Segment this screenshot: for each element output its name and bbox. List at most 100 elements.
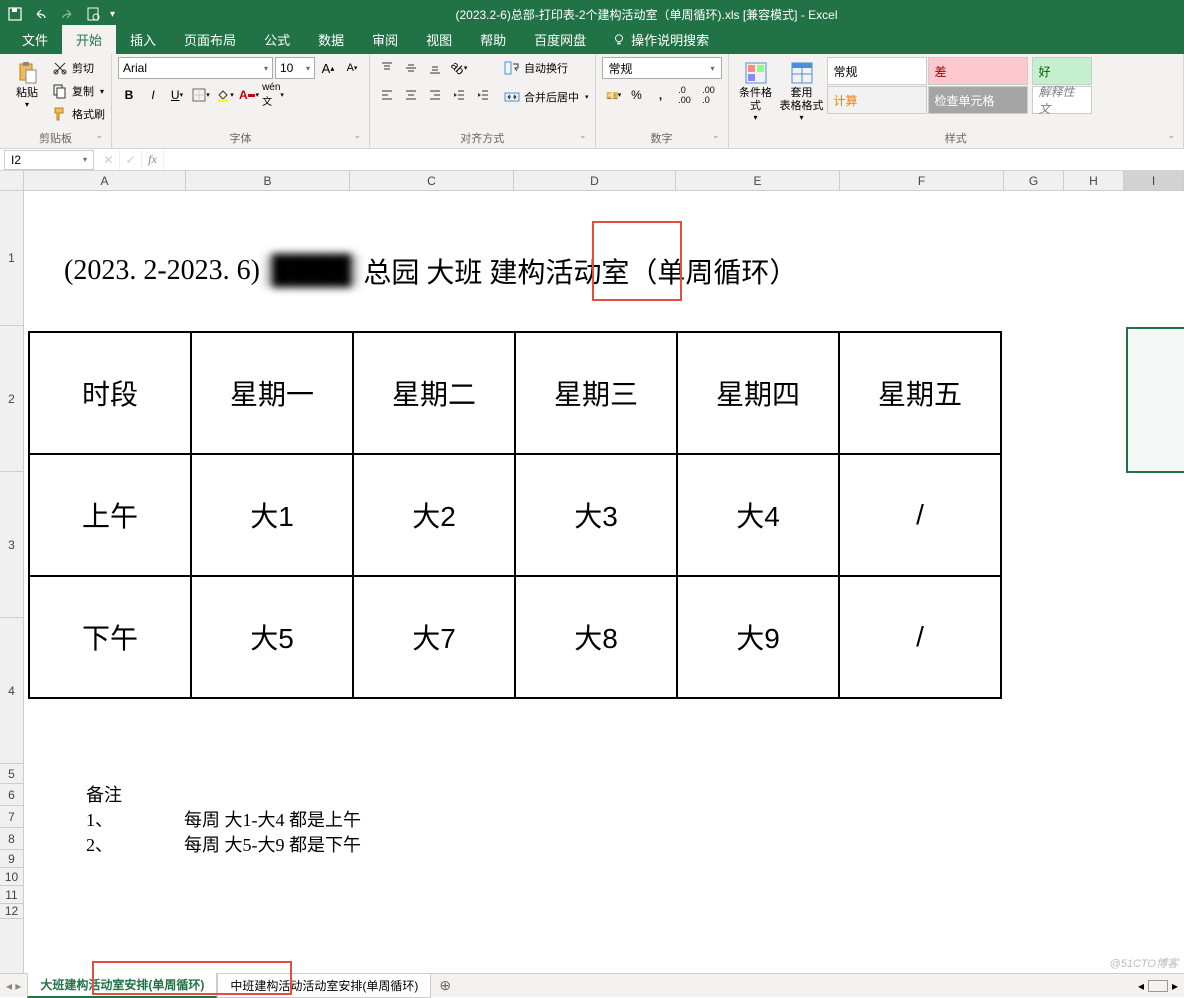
col-header-D[interactable]: D — [514, 171, 676, 190]
table-cell[interactable]: 大3 — [515, 454, 677, 576]
tab-data[interactable]: 数据 — [304, 25, 358, 54]
column-headers[interactable]: ABCDEFGHI — [24, 171, 1184, 191]
conditional-format-button[interactable]: 条件格式▾ — [735, 57, 777, 126]
style-explain[interactable]: 解释性文 — [1032, 86, 1092, 114]
table-cell[interactable]: 星期二 — [353, 332, 515, 454]
comma-button[interactable]: , — [650, 84, 672, 106]
table-cell[interactable]: 大2 — [353, 454, 515, 576]
merge-button[interactable]: 合并后居中▾ — [504, 86, 589, 108]
row-header-12[interactable]: 12 — [0, 904, 23, 919]
row-header-11[interactable]: 11 — [0, 886, 23, 904]
increase-font-button[interactable]: A▴ — [317, 57, 339, 79]
undo-icon[interactable] — [32, 5, 50, 23]
indent-dec-button[interactable] — [448, 84, 470, 106]
table-cell[interactable]: 上午 — [29, 454, 191, 576]
tab-home[interactable]: 开始 — [62, 25, 116, 54]
underline-button[interactable]: U▾ — [166, 84, 188, 106]
number-format-combo[interactable]: 常规▾ — [602, 57, 722, 79]
row-header-7[interactable]: 7 — [0, 806, 23, 828]
tab-help[interactable]: 帮助 — [466, 25, 520, 54]
table-cell[interactable]: 大8 — [515, 576, 677, 698]
table-cell[interactable]: 大4 — [677, 454, 839, 576]
paste-button[interactable]: 粘贴 ▾ — [6, 57, 48, 113]
align-right-button[interactable] — [424, 84, 446, 106]
row-header-5[interactable]: 5 — [0, 764, 23, 784]
format-table-button[interactable]: 套用 表格格式▾ — [781, 57, 823, 126]
dec-decimal-button[interactable]: .00.0 — [698, 84, 720, 106]
col-header-I[interactable]: I — [1124, 171, 1184, 190]
table-cell[interactable]: 下午 — [29, 576, 191, 698]
table-cell[interactable]: 大7 — [353, 576, 515, 698]
table-cell[interactable]: 星期一 — [191, 332, 353, 454]
row-header-8[interactable]: 8 — [0, 828, 23, 850]
style-bad[interactable]: 差 — [928, 57, 1028, 85]
tab-view[interactable]: 视图 — [412, 25, 466, 54]
table-cell[interactable]: / — [839, 454, 1001, 576]
tab-formulas[interactable]: 公式 — [250, 25, 304, 54]
fill-color-button[interactable]: ▾ — [214, 84, 236, 106]
row-header-10[interactable]: 10 — [0, 868, 23, 886]
col-header-H[interactable]: H — [1064, 171, 1124, 190]
add-sheet-button[interactable]: ⊕ — [431, 977, 459, 994]
table-cell[interactable]: 星期三 — [515, 332, 677, 454]
col-header-B[interactable]: B — [186, 171, 350, 190]
phonetic-button[interactable]: wén文▾ — [262, 84, 284, 106]
save-icon[interactable] — [6, 5, 24, 23]
tell-me-search[interactable]: 操作说明搜索 — [600, 25, 721, 54]
preview-icon[interactable] — [84, 5, 102, 23]
align-bottom-button[interactable] — [424, 57, 446, 79]
row-header-9[interactable]: 9 — [0, 850, 23, 868]
cut-button[interactable]: 剪切 — [52, 57, 105, 79]
worksheet-grid[interactable]: ABCDEFGHI 123456789101112 (2023. 2-2023.… — [0, 171, 1184, 973]
col-header-E[interactable]: E — [676, 171, 840, 190]
table-cell[interactable]: 星期五 — [839, 332, 1001, 454]
orientation-button[interactable]: ab▾ — [448, 57, 470, 79]
cells-area[interactable]: (2023. 2-2023. 6) ████ 总园 大班 建构活动室（单周循环）… — [24, 191, 1184, 973]
copy-button[interactable]: 复制▾ — [52, 80, 105, 102]
table-cell[interactable]: 大5 — [191, 576, 353, 698]
enter-icon[interactable]: ✓ — [120, 150, 142, 170]
align-top-button[interactable] — [376, 57, 398, 79]
table-cell[interactable]: 大1 — [191, 454, 353, 576]
cell-styles-gallery[interactable]: 常规 差 计算 检查单元格 — [827, 57, 1028, 114]
row-headers[interactable]: 123456789101112 — [0, 191, 24, 973]
align-center-button[interactable] — [400, 84, 422, 106]
indent-inc-button[interactable] — [472, 84, 494, 106]
col-header-G[interactable]: G — [1004, 171, 1064, 190]
align-middle-button[interactable] — [400, 57, 422, 79]
table-cell[interactable]: 大9 — [677, 576, 839, 698]
tab-insert[interactable]: 插入 — [116, 25, 170, 54]
sheet-nav[interactable]: ◂ ▸ — [0, 979, 27, 993]
col-header-A[interactable]: A — [24, 171, 186, 190]
decrease-font-button[interactable]: A▾ — [341, 57, 363, 79]
row-header-3[interactable]: 3 — [0, 472, 23, 618]
border-button[interactable]: ▾ — [190, 84, 212, 106]
font-size-combo[interactable]: 10▾ — [275, 57, 315, 79]
style-check[interactable]: 检查单元格 — [928, 86, 1028, 114]
style-calc[interactable]: 计算 — [827, 86, 927, 114]
table-cell[interactable]: 星期四 — [677, 332, 839, 454]
italic-button[interactable]: I — [142, 84, 164, 106]
style-normal[interactable]: 常规 — [827, 57, 927, 85]
font-color-button[interactable]: A▾ — [238, 84, 260, 106]
hscroll-indicator[interactable]: ◂▸ — [1132, 979, 1184, 993]
bold-button[interactable]: B — [118, 84, 140, 106]
row-header-1[interactable]: 1 — [0, 191, 23, 326]
tab-layout[interactable]: 页面布局 — [170, 25, 250, 54]
cell-styles-gallery-2[interactable]: 好 解释性文 — [1032, 57, 1092, 114]
tab-review[interactable]: 审阅 — [358, 25, 412, 54]
percent-button[interactable]: % — [626, 84, 648, 106]
table-cell[interactable]: / — [839, 576, 1001, 698]
name-box[interactable]: I2▾ — [4, 150, 94, 170]
tab-baidu[interactable]: 百度网盘 — [520, 25, 600, 54]
currency-button[interactable]: 💴▾ — [602, 84, 624, 106]
col-header-F[interactable]: F — [840, 171, 1004, 190]
col-header-C[interactable]: C — [350, 171, 514, 190]
row-header-4[interactable]: 4 — [0, 618, 23, 764]
select-all-corner[interactable] — [0, 171, 24, 191]
wrap-text-button[interactable]: 自动换行 — [504, 57, 589, 79]
align-left-button[interactable] — [376, 84, 398, 106]
row-header-6[interactable]: 6 — [0, 784, 23, 806]
font-name-combo[interactable]: Arial▾ — [118, 57, 273, 79]
style-good[interactable]: 好 — [1032, 57, 1092, 85]
